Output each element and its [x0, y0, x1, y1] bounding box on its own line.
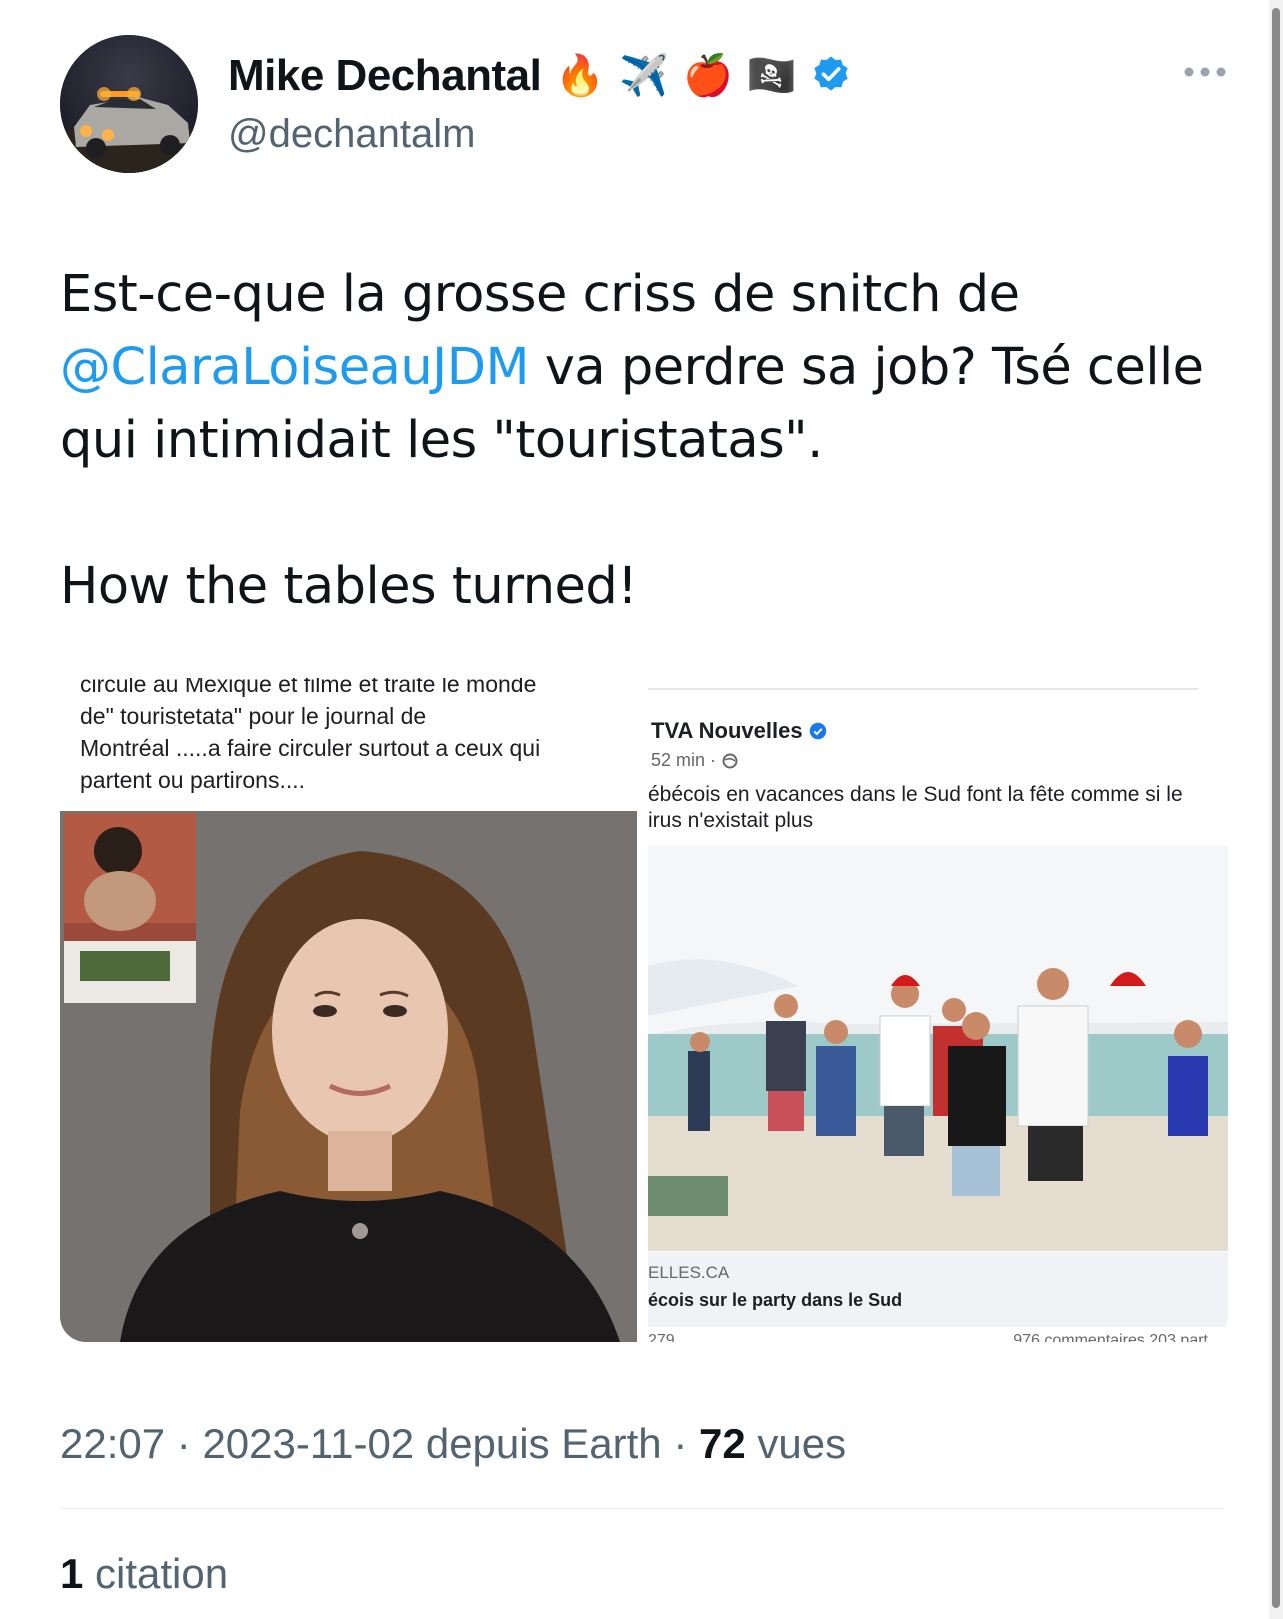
tweet-meta: 22:07 · 2023-11-02 depuis Earth · 72 vue…: [60, 1420, 846, 1468]
scrollbar[interactable]: [1269, 0, 1283, 1619]
fire-emoji: 🔥: [555, 54, 606, 98]
tweet-text: Est-ce-que la grosse criss de snitch de …: [60, 258, 1210, 477]
tweet-time[interactable]: 22:07: [60, 1420, 165, 1467]
fb-post-text: ébécois en vacances dans le Sud font la …: [648, 782, 1228, 834]
tweet-text-part: Est-ce-que la grosse criss de snitch de: [60, 265, 1020, 324]
tweet-source: depuis Earth: [426, 1420, 662, 1467]
mention-link[interactable]: @ClaraLoiseauJDM: [60, 338, 529, 397]
globe-icon: [722, 753, 738, 768]
views-count: 72: [699, 1420, 746, 1467]
author-display-name[interactable]: Mike Dechantal: [228, 51, 542, 101]
more-options-button[interactable]: [1175, 52, 1235, 92]
fb-post-text-line: ébécois en vacances dans le Sud font la …: [648, 783, 1183, 806]
beach-crowd-photo: [648, 846, 1228, 1251]
fb-divider: [648, 688, 1198, 690]
fb-page-header: TVA Nouvelles: [651, 718, 827, 744]
ellipsis-icon: [1184, 67, 1226, 77]
fb-post-text-line: irus n'existait plus: [648, 809, 814, 832]
author-name-row: Mike Dechantal 🔥 ✈️ 🍎 🏴‍☠️: [228, 48, 851, 104]
link-title: écois sur le party dans le Sud: [648, 1290, 903, 1310]
woman-portrait-photo: [60, 811, 637, 1342]
link-domain: ELLES.CA: [648, 1263, 730, 1282]
fb-page-name: TVA Nouvelles: [651, 718, 803, 743]
fb-post-time: 52 min ·: [651, 750, 717, 770]
divider: [60, 1508, 1225, 1509]
avatar[interactable]: [60, 35, 198, 173]
caption-line: de" touristetata" pour le journal de: [80, 703, 427, 729]
tweet-text-paragraph-2: How the tables turned!: [60, 557, 638, 616]
separator-dot: ·: [673, 1420, 699, 1467]
apple-emoji: 🍎: [682, 54, 733, 98]
quotes-label: citation: [95, 1550, 229, 1597]
separator-dot: ·: [176, 1420, 203, 1467]
fb-link-preview[interactable]: ELLES.CA écois sur le party dans le Sud: [648, 1252, 1228, 1327]
media-image-left[interactable]: circule au Mexique et filme et traite le…: [60, 678, 637, 1342]
author-handle[interactable]: @dechantalm: [228, 112, 475, 157]
fb-post-time-row: 52 min ·: [651, 750, 738, 771]
caption-line: partent ou partirons....: [80, 767, 306, 793]
avatar-car-image: [60, 35, 198, 173]
tweet-source-text: depuis Earth: [425, 1420, 662, 1467]
fb-reaction-count: 279: [648, 1332, 675, 1342]
caption-line: Montréal .....a faire circuler surtout a…: [80, 735, 541, 761]
views-label: vues: [757, 1420, 847, 1467]
pirate-flag-emoji: 🏴‍☠️: [746, 54, 797, 98]
airplane-emoji: ✈️: [619, 54, 669, 98]
quotes-count: 1: [60, 1550, 84, 1597]
fb-comments-shares: 976 commentaires 203 part: [1013, 1332, 1208, 1342]
media-image-right[interactable]: TVA Nouvelles 52 min · ébécois en vacanc…: [648, 678, 1228, 1342]
left-image-caption: circule au Mexique et filme et traite le…: [80, 678, 637, 796]
quotes-link[interactable]: 1 citation: [60, 1550, 228, 1598]
tweet-date[interactable]: 2023-11-02: [202, 1420, 414, 1467]
caption-line: circule au Mexique et filme et traite le…: [80, 678, 537, 697]
verified-badge-icon: [809, 722, 826, 740]
scrollbar-thumb[interactable]: [1272, 8, 1280, 1608]
fb-stats-row: 279 976 commentaires 203 part: [648, 1332, 1208, 1342]
verified-badge-icon[interactable]: [811, 54, 851, 99]
